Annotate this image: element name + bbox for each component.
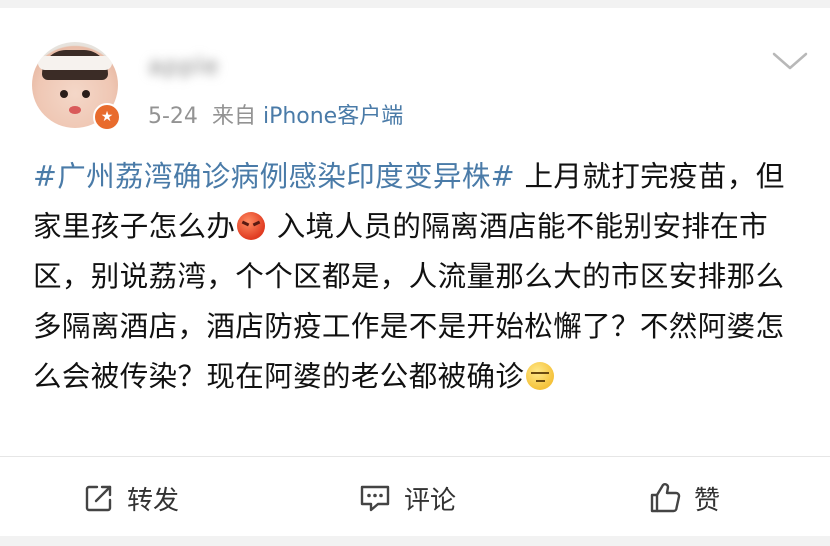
forward-button[interactable]: 转发 (83, 478, 179, 518)
angry-face-emoji-icon (237, 212, 266, 240)
post-meta: 5-24 来自 iPhone客户端 (148, 98, 403, 130)
thumbs-up-icon (650, 483, 681, 513)
action-divider (0, 456, 830, 457)
like-button[interactable]: 赞 (648, 478, 720, 518)
bottom-separator (0, 536, 830, 546)
comment-label: 评论 (404, 485, 457, 516)
post-date: 5-24 (148, 104, 198, 129)
source-prefix: 来自 (211, 104, 256, 129)
comment-button[interactable]: 评论 (358, 478, 456, 518)
avatar-eye-left (60, 90, 68, 98)
share-icon (85, 485, 112, 512)
top-separator (0, 0, 830, 8)
forward-label: 转发 (127, 485, 180, 516)
post-content: #广州荔湾确诊病例感染印度变异株# 上月就打完疫苗，但家里孩子怎么办 入境人员的… (33, 152, 808, 402)
hashtag-link[interactable]: #广州荔湾确诊病例感染印度变异株# (33, 160, 515, 193)
avatar-mouth (69, 106, 81, 114)
source-client[interactable]: iPhone客户端 (263, 104, 403, 129)
username[interactable]: apple (148, 52, 220, 80)
comment-icon (360, 485, 390, 512)
chevron-down-icon[interactable] (770, 48, 810, 74)
meh-face-emoji-icon (526, 362, 555, 390)
avatar-headband (38, 56, 112, 70)
like-label: 赞 (694, 485, 721, 516)
star-badge-icon: ★ (93, 103, 121, 131)
avatar-eye-right (82, 90, 90, 98)
